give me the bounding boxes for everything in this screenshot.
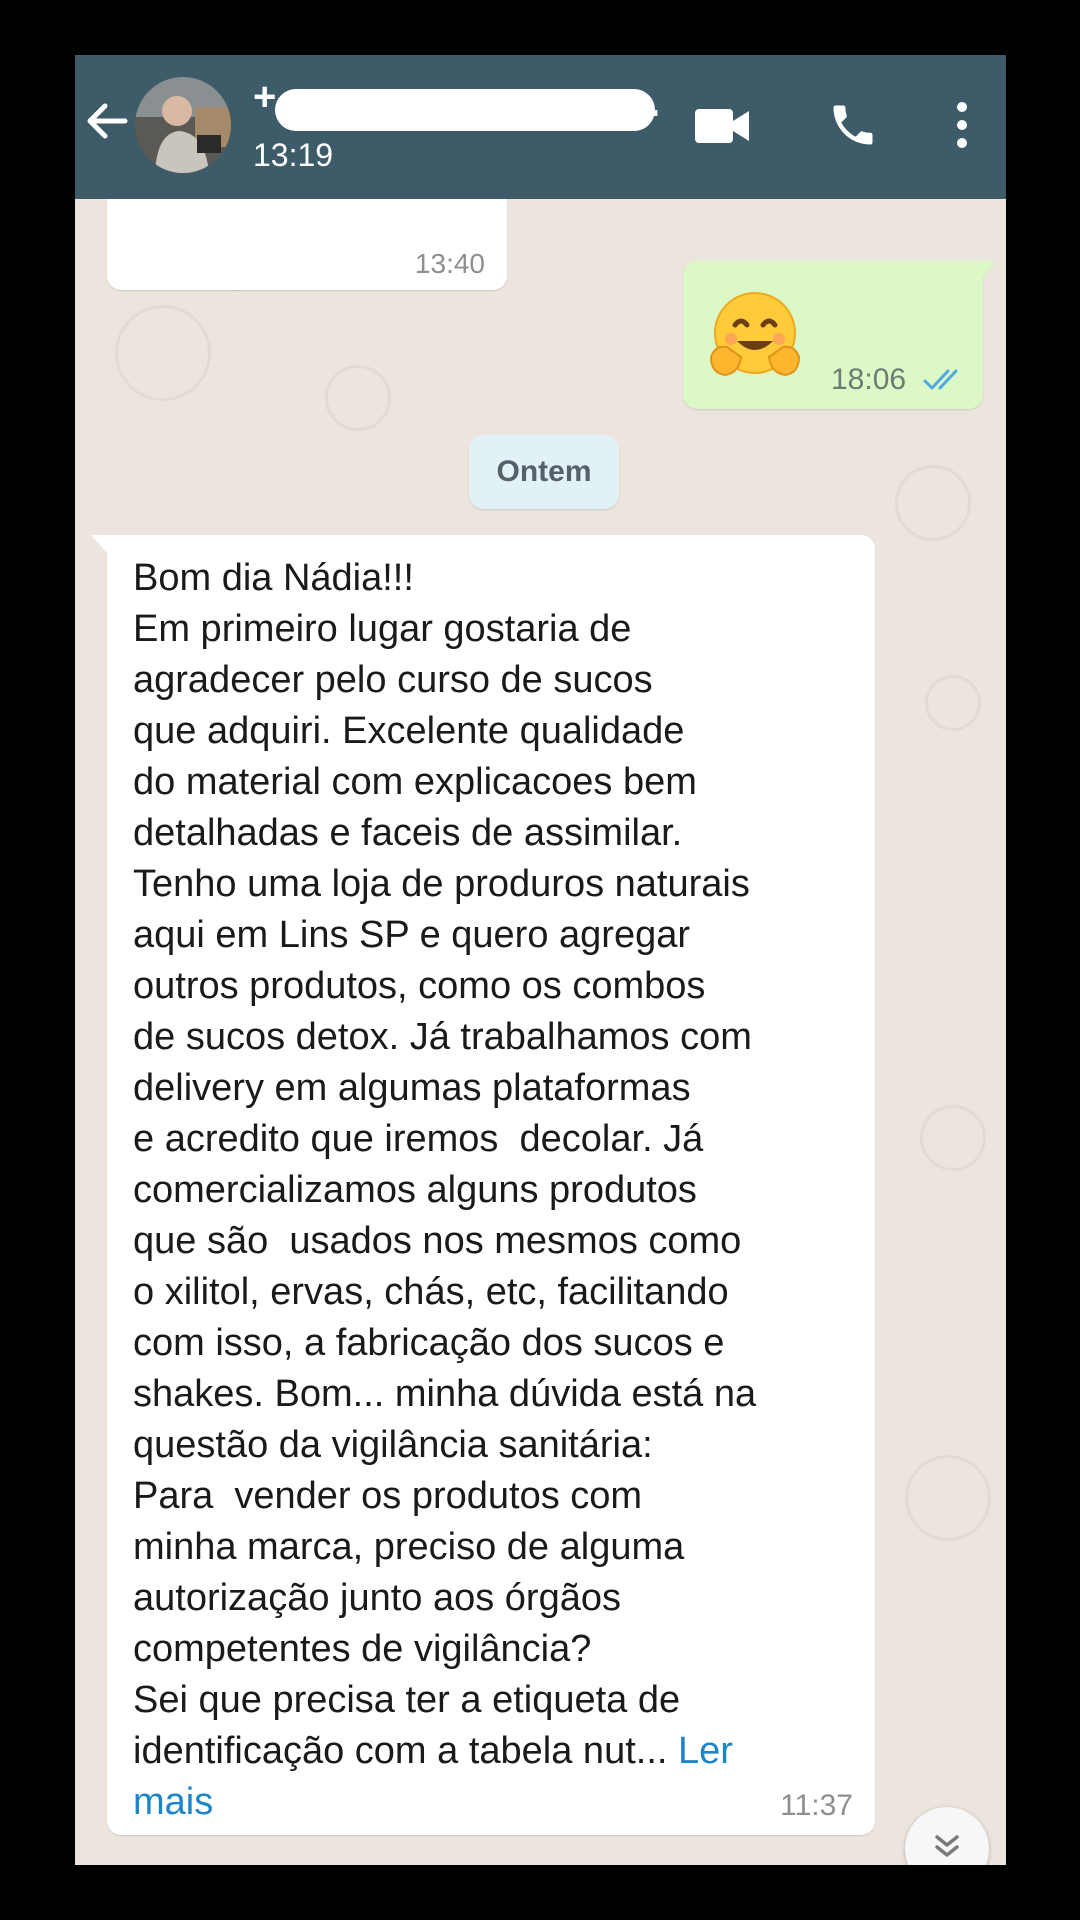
message-text-content: Bom dia Nádia!!! Em primeiro lugar gosta… (133, 557, 757, 1772)
redaction-mark (275, 89, 655, 131)
date-separator: Ontem (469, 435, 619, 509)
avatar[interactable] (135, 77, 231, 173)
message-bubble-incoming[interactable]: Bom dia Nádia!!! Em primeiro lugar gosta… (91, 535, 875, 1835)
message-bubble-outgoing[interactable]: 18:06 (683, 261, 997, 409)
overflow-menu-button[interactable] (952, 99, 972, 151)
phone-icon (833, 105, 873, 145)
contact-name-suffix: . (649, 81, 661, 125)
wallpaper-doodle (115, 305, 211, 401)
message-time: 11:37 (780, 1789, 853, 1822)
chat-screen: + . 13:19 13:40 18:06 Ontem Bom dia Nádi… (75, 55, 1006, 1865)
wallpaper-doodle (920, 1105, 986, 1171)
chat-header: + . 13:19 (75, 55, 1006, 199)
wallpaper-doodle (925, 675, 981, 731)
vertical-dots-icon (957, 102, 967, 148)
double-chevron-down-icon (935, 1835, 959, 1857)
scroll-to-bottom-button[interactable] (905, 1807, 989, 1865)
double-check-read-icon (923, 369, 958, 390)
contact-name[interactable]: + (253, 75, 276, 120)
wallpaper-doodle (325, 365, 391, 431)
message-time: 18:06 (831, 363, 907, 396)
wallpaper-doodle (905, 1455, 991, 1541)
message-time: 13:40 (414, 248, 485, 279)
bubble-tail (91, 535, 107, 553)
wallpaper-doodle (895, 465, 971, 541)
last-seen-time: 13:19 (253, 137, 334, 173)
message-text: Bom dia Nádia!!! Em primeiro lugar gosta… (133, 553, 863, 1828)
arrow-left-icon (87, 103, 128, 139)
bubble-tail (981, 261, 997, 279)
back-button[interactable] (81, 95, 133, 147)
video-call-button[interactable] (693, 103, 753, 149)
video-camera-icon (695, 109, 749, 143)
hugging-face-emoji (709, 292, 801, 377)
avatar-photo (135, 77, 231, 173)
voice-call-button[interactable] (827, 99, 879, 151)
